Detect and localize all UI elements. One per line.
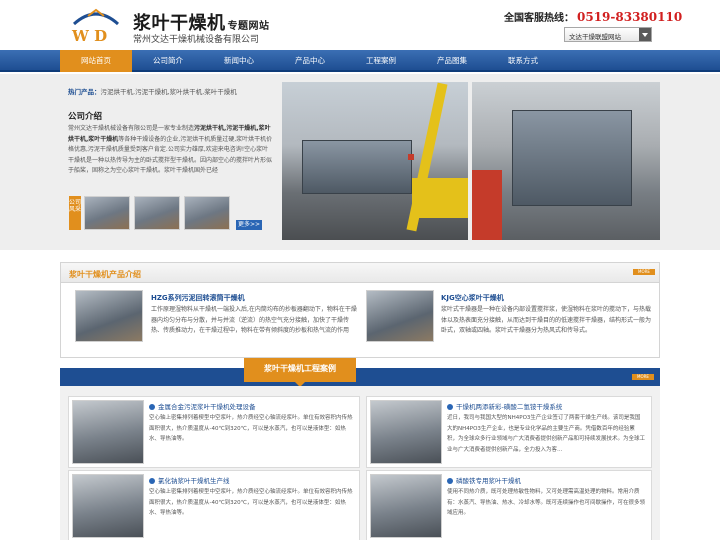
case-card[interactable]: 磷酸铁专用浆叶干燥机 使用不同热介质，既可处理热敏性物料，又可处理需高温处理的物… <box>366 470 652 540</box>
case-description: 空心轴上密集排列着楔型中空浆叶，热介质经空心轴流经浆叶。单位有效容积内传热面积很… <box>149 489 353 516</box>
product-title[interactable]: KJG空心浆叶干燥机 <box>441 293 504 303</box>
company-photos-tab: 公司风采 <box>69 196 81 230</box>
site-title-suffix: 专题网站 <box>227 21 270 32</box>
site-header: W D 浆叶干燥机 专题网站 常州文达干燥机械设备有限公司 全国客服热线： 0519… <box>0 0 720 50</box>
bullet-icon <box>149 404 155 410</box>
product-title[interactable]: HZG系列污泥回转滚筒干燥机 <box>151 293 245 303</box>
product-more-link[interactable]: MORE <box>633 269 655 275</box>
intro-more-button[interactable]: 更多>> <box>236 220 262 230</box>
company-photo-thumb[interactable] <box>134 196 180 230</box>
hot-products-links[interactable]: 污泥烘干机,污泥干燥机,浆叶烘干机,桨叶干燥机 <box>101 88 237 96</box>
nav-item-products[interactable]: 产品中心 <box>274 50 346 72</box>
case-title[interactable]: 金属合金污泥浆叶干燥机处理设备 <box>149 401 256 411</box>
case-title[interactable]: 干燥机两添新彩-磺酸二氢铵干燥系统 <box>447 401 562 411</box>
company-logo[interactable]: W D <box>68 8 124 46</box>
case-card[interactable]: 金属合金污泥浆叶干燥机处理设备 空心轴上密集排列着楔型中空浆叶，热介质经空心轴流… <box>68 396 360 468</box>
cases-more-link[interactable]: MORE <box>632 374 654 380</box>
case-title[interactable]: 磷酸铁专用浆叶干燥机 <box>447 475 521 485</box>
nav-item-news[interactable]: 新闻中心 <box>203 50 275 72</box>
hotline-number: 0519-83380110 <box>577 10 683 24</box>
union-site-select-value: 文达干燥联盟网站 <box>569 33 621 41</box>
case-image[interactable] <box>370 400 442 464</box>
case-image[interactable] <box>72 400 144 464</box>
case-title[interactable]: 氯化钠浆叶干燥机生产线 <box>149 475 230 485</box>
case-description: 空心轴上密集排列着楔型中空浆叶，热介质经空心轴流经浆叶。单位有效容积内传热面积很… <box>149 415 353 442</box>
product-intro-header: 浆叶干燥机产品介绍 MORE <box>61 263 659 283</box>
product-description: 浆叶式干燥器是一种在设备内部设置搅拌浆，使湿物料在浆叶的搅动下，与热载体以及热表… <box>441 306 652 334</box>
hotline-label: 全国客服热线： <box>504 13 574 24</box>
product-intro-title: 浆叶干燥机产品介绍 <box>69 270 141 279</box>
union-site-select[interactable]: 文达干燥联盟网站 <box>564 27 652 42</box>
company-name: 常州文达干燥机械设备有限公司 <box>133 35 260 45</box>
product-image[interactable] <box>366 290 434 342</box>
logo-letters: W D <box>71 27 107 45</box>
hot-products-label: 热门产品： <box>68 88 101 96</box>
hero-photo-crane-lift[interactable] <box>282 82 468 240</box>
case-card[interactable]: 氯化钠浆叶干燥机生产线 空心轴上密集排列着楔型中空浆叶，热介质经空心轴流经浆叶。… <box>68 470 360 540</box>
bullet-icon <box>149 478 155 484</box>
product-intro-panel: 浆叶干燥机产品介绍 MORE HZG系列污泥回转滚筒干燥机 工作原理湿物料从干燥… <box>60 262 660 358</box>
company-photo-thumb[interactable] <box>184 196 230 230</box>
hero-photo-machine-loading[interactable] <box>472 82 660 240</box>
intro-title: 公司介绍 <box>68 112 103 122</box>
nav-item-contact[interactable]: 联系方式 <box>487 50 559 72</box>
hotline: 全国客服热线： 0519-83380110 <box>504 9 682 24</box>
bullet-icon <box>447 404 453 410</box>
cases-section: 金属合金污泥浆叶干燥机处理设备 空心轴上密集排列着楔型中空浆叶，热介质经空心轴流… <box>60 386 660 540</box>
product-description: 工作原理湿物料从干燥机一端投入后,在内筒均布的抄板器翻动下，物料在干燥器内均匀分… <box>151 306 357 334</box>
main-nav: 网站首页 公司简介 新闻中心 产品中心 工程案例 产品图集 联系方式 <box>0 50 720 72</box>
company-photo-thumb[interactable] <box>84 196 130 230</box>
cases-header-bar: MORE <box>60 368 660 386</box>
nav-item-about[interactable]: 公司简介 <box>132 50 204 72</box>
nav-item-cases[interactable]: 工程案例 <box>345 50 417 72</box>
hot-products: 热门产品：污泥烘干机,污泥干燥机,浆叶烘干机,桨叶干燥机 <box>68 86 237 96</box>
case-image[interactable] <box>72 474 144 538</box>
nav-item-gallery[interactable]: 产品图集 <box>416 50 488 72</box>
chevron-down-icon[interactable] <box>639 28 651 41</box>
cases-title: 浆叶干燥机工程案例 <box>244 358 356 387</box>
nav-item-home[interactable]: 网站首页 <box>60 50 132 72</box>
intro-text: 常州文达干燥机械设备有限公司是一家专业制造污泥烘干机,污泥干燥机,浆叶烘干机,浆… <box>68 125 273 174</box>
case-description: 使用不同热介质，既可处理热敏性物料，又可处理需高温处理的物料。常用介质有：水蒸汽… <box>447 489 646 516</box>
case-card[interactable]: 干燥机两添新彩-磺酸二氢铵干燥系统 近日，我司与我国大型的NH4PO3生产企业签… <box>366 396 652 468</box>
bullet-icon <box>447 478 453 484</box>
product-image[interactable] <box>75 290 143 342</box>
case-image[interactable] <box>370 474 442 538</box>
case-description: 近日，我司与我国大型的NH4PO3生产企业签订了两套干燥生产线。该司是我国大的N… <box>447 415 646 453</box>
